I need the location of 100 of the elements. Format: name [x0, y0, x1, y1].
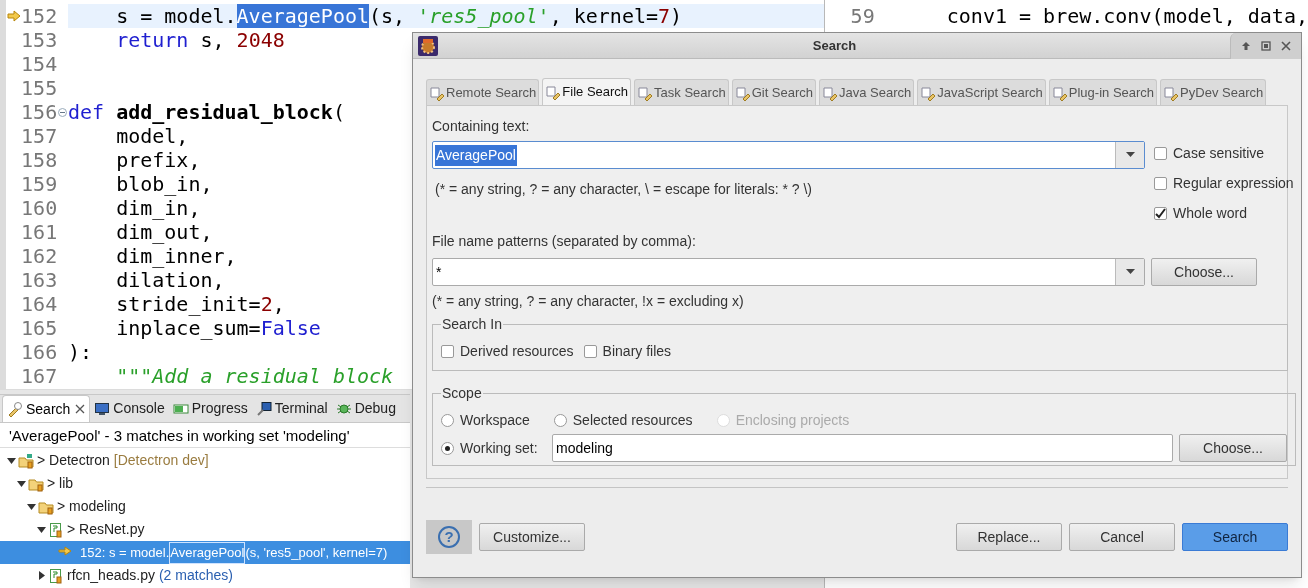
line-number: 154 [21, 52, 58, 76]
search-tab[interactable]: PyDev Search [1160, 79, 1267, 105]
checkbox[interactable]: Regular expression [1154, 173, 1294, 194]
line-number: 155 [21, 76, 58, 100]
code-text: dim_out, [115, 220, 213, 244]
expanded-arrow-icon[interactable] [26, 502, 36, 511]
dialog-button[interactable]: Customize... [479, 523, 585, 551]
checkbox[interactable]: Whole word [1154, 203, 1294, 224]
match-count: (2 matches) [158, 566, 233, 585]
code-text: conv1 = brew.conv(model, data, [945, 3, 1308, 30]
dropdown-arrow-icon[interactable] [1125, 152, 1135, 158]
line-number: 156 [21, 100, 58, 124]
checkbox[interactable]: Binary files [583, 341, 672, 362]
tree-item[interactable]: rfcn_heads.py (2 matches) [0, 564, 410, 587]
docstring: """Add a residual block [115, 364, 394, 388]
dialog-button[interactable]: Replace... [956, 523, 1062, 551]
python-file-icon [48, 521, 64, 538]
code-text: dim_inner, [115, 244, 237, 268]
view-tab[interactable]: Console [90, 395, 169, 422]
dialog-title: Search [811, 36, 858, 55]
line-number: 159 [21, 172, 58, 196]
app-icon [417, 34, 439, 57]
checkbox[interactable]: Case sensitive [1154, 143, 1294, 164]
code-text: (s, [369, 4, 407, 28]
keyword: False [260, 316, 321, 340]
arrow-up-icon[interactable] [1241, 40, 1251, 51]
checkbox[interactable]: Derived resources [441, 341, 574, 362]
code-text: inplace_sum= [115, 316, 261, 340]
line-number: 166 [21, 340, 58, 364]
line-number: 163 [21, 268, 58, 292]
line-number: 158 [21, 148, 58, 172]
project-folder-icon [18, 452, 34, 469]
code-text: ) [670, 4, 683, 28]
monitor-icon [94, 400, 111, 417]
code-text: , kernel= [549, 4, 659, 28]
field-label: Containing text: [432, 117, 531, 136]
code-text: model, [115, 124, 189, 148]
number-literal: 2 [260, 292, 273, 316]
line-number: 160 [21, 196, 58, 220]
close-icon[interactable] [1281, 40, 1291, 51]
line-number: 153 [21, 28, 58, 52]
radio-button[interactable]: Selected resources [553, 409, 693, 431]
line-number: 162 [21, 244, 58, 268]
search-tab[interactable]: File Search [542, 78, 632, 105]
code-text: ( [332, 100, 345, 124]
line-number: 164 [21, 292, 58, 316]
tree-item[interactable]: > modeling [0, 495, 410, 518]
number-literal: 7 [658, 4, 671, 28]
code-text: s, [199, 28, 226, 52]
search-tab[interactable]: Remote Search [426, 79, 540, 105]
search-tab[interactable]: Task Search [634, 79, 729, 105]
radio-button[interactable]: Workspace [441, 409, 530, 431]
close-icon[interactable] [75, 404, 86, 414]
tree-item[interactable]: > lib [0, 472, 410, 495]
search-text-field[interactable]: AveragePool [432, 141, 1145, 169]
maximize-icon[interactable] [1261, 40, 1271, 51]
code-text: stride_init= [115, 292, 261, 316]
choose-button[interactable]: Choose... [1151, 258, 1257, 286]
choose-button[interactable]: Choose... [1179, 434, 1287, 462]
search-tab[interactable]: Plug-in Search [1048, 79, 1158, 105]
dialog-button[interactable]: Search [1182, 523, 1288, 551]
python-file-icon [48, 567, 64, 584]
search-tab[interactable]: JavaScript Search [917, 79, 1046, 105]
code-text: s = model. [115, 4, 237, 28]
tree-item[interactable]: > Detectron [Detectron dev] [0, 449, 410, 472]
dropdown-arrow-icon[interactable] [1125, 269, 1135, 275]
view-tab[interactable]: Terminal [251, 395, 332, 422]
code-text: dilation, [115, 268, 225, 292]
match-count: [Detectron dev] [113, 451, 209, 470]
line-number: 157 [21, 124, 58, 148]
search-summary: 'AveragePool' - 3 matches in working set 'modeling' [0, 423, 410, 448]
search-match: AveragePool [236, 4, 370, 28]
radio-button[interactable]: Working set: [441, 437, 546, 459]
search-tab[interactable]: Git Search [731, 79, 817, 105]
view-tab[interactable]: Progress [168, 395, 252, 422]
function-name: add_residual_block [115, 100, 333, 124]
checkmark-icon [1155, 208, 1166, 219]
view-tab[interactable]: Search [2, 395, 91, 422]
expanded-arrow-icon[interactable] [16, 479, 26, 488]
view-tab[interactable]: Debug [331, 395, 400, 422]
group-title: Scope [441, 384, 483, 403]
working-set-field[interactable]: modeling [552, 434, 1173, 462]
collapsed-arrow-icon[interactable] [36, 571, 46, 580]
fold-collapse-icon[interactable] [58, 107, 68, 117]
keyword: return [115, 28, 189, 52]
expanded-arrow-icon[interactable] [36, 525, 46, 534]
search-tab[interactable]: Java Search [819, 79, 915, 105]
field-label: File name patterns (separated by comma): [432, 232, 697, 251]
expanded-arrow-icon[interactable] [6, 456, 16, 465]
code-text: prefix, [115, 148, 201, 172]
line-number: 152 [21, 4, 58, 28]
number-literal: 2048 [236, 28, 285, 52]
tree-item[interactable]: > ResNet.py [0, 518, 410, 541]
line-number: 59 [850, 3, 876, 30]
keyword: def [68, 100, 105, 124]
string-literal: 'res5_pool' [417, 4, 550, 28]
file-pattern-field[interactable]: * [432, 258, 1145, 286]
dialog-button[interactable]: Cancel [1069, 523, 1175, 551]
line-number: 167 [21, 364, 58, 388]
current-line-arrow-icon [6, 10, 21, 22]
